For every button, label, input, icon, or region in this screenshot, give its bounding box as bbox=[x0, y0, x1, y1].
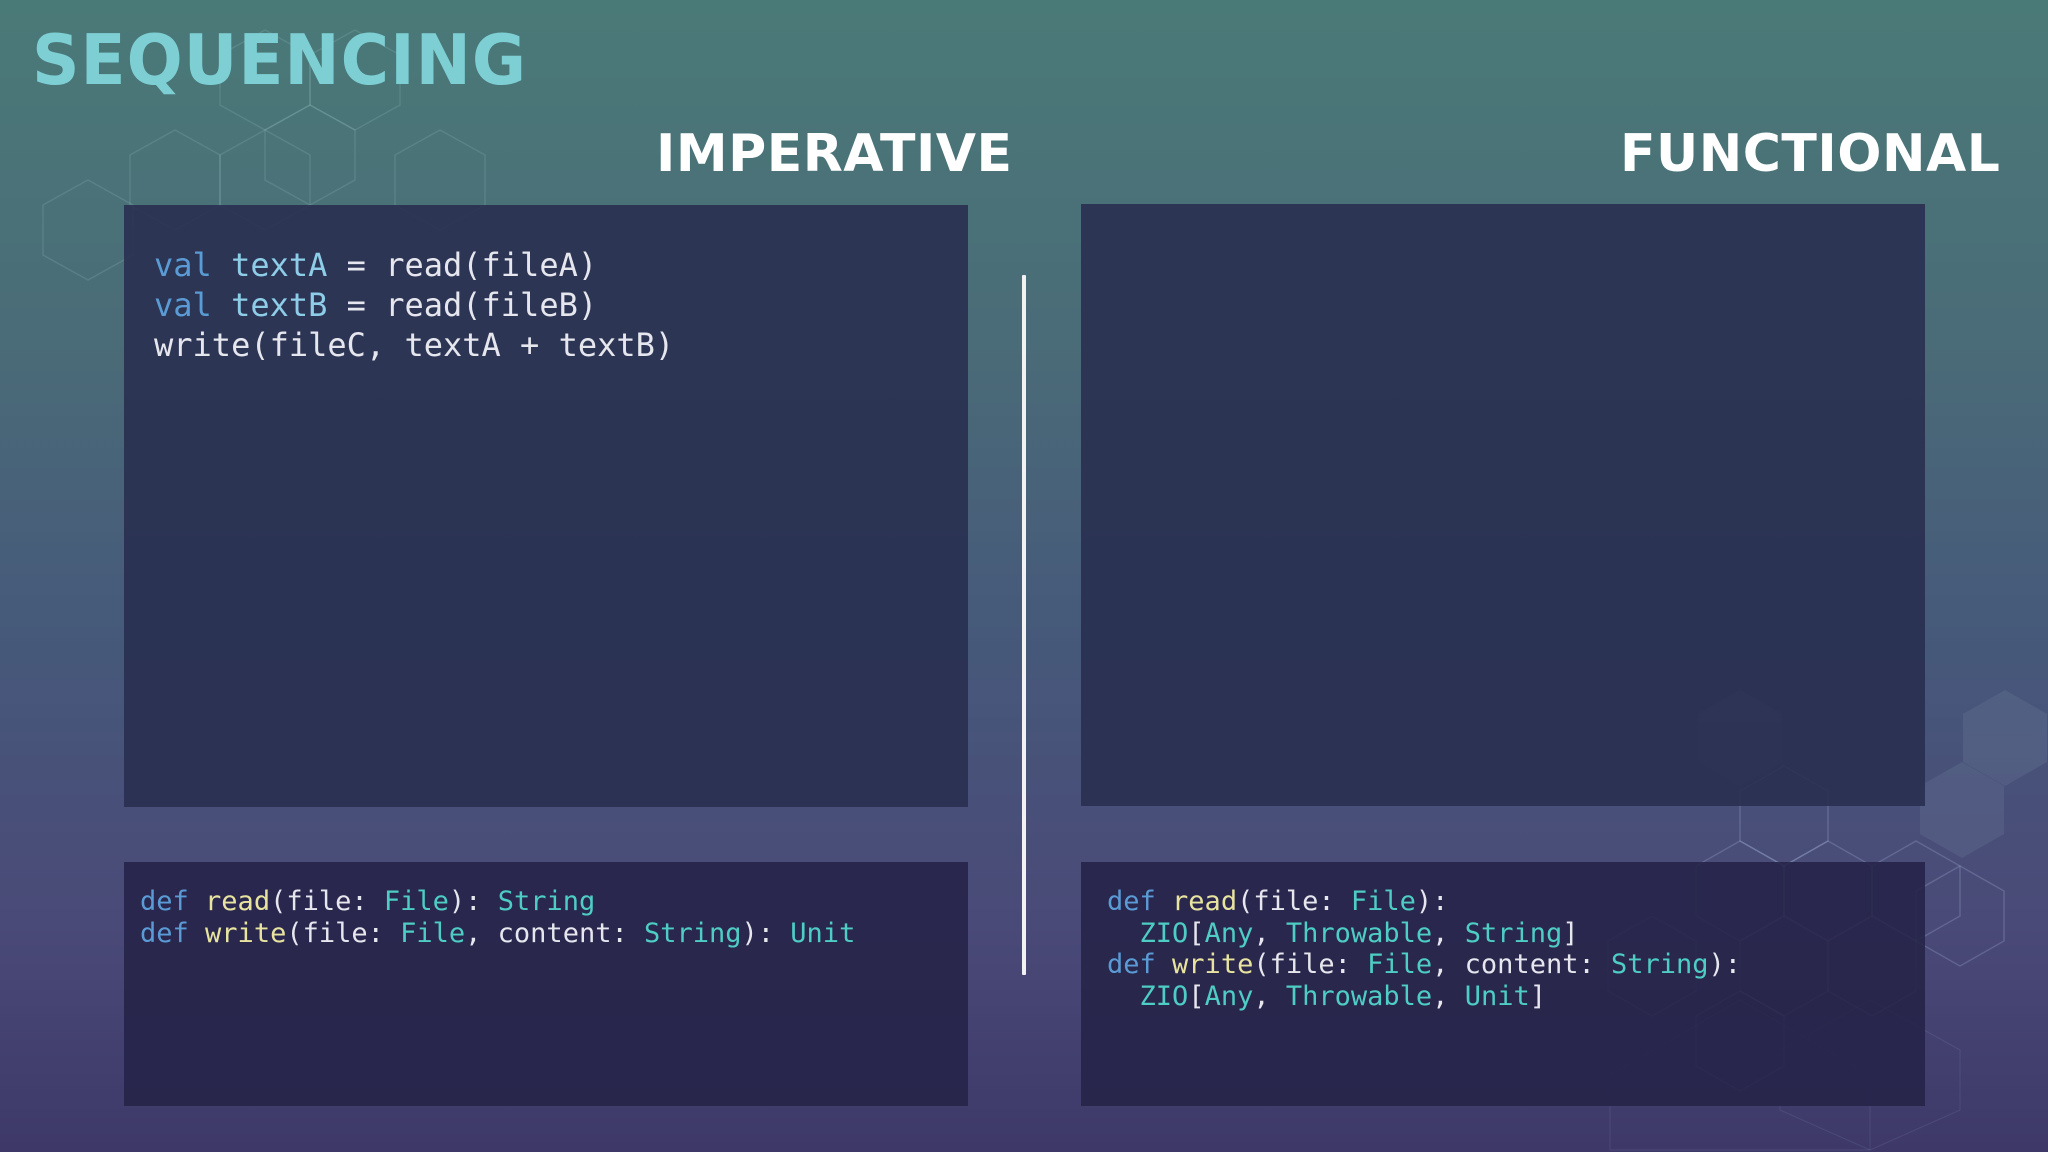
code-text: ): bbox=[741, 917, 791, 949]
code-text: write(fileC, textA + textB) bbox=[154, 326, 675, 364]
code-text: , bbox=[1432, 980, 1465, 1012]
code-type: String bbox=[643, 917, 742, 949]
code-text: ] bbox=[1562, 917, 1579, 949]
code-keyword: def bbox=[140, 886, 189, 917]
code-text: ): bbox=[448, 886, 498, 917]
code-keyword: def bbox=[1107, 886, 1156, 917]
code-line: def read(file: File): String bbox=[140, 886, 855, 918]
code-text: (file: bbox=[1253, 949, 1368, 980]
code-text: (file: bbox=[270, 886, 384, 917]
functional-signatures-panel: def read(file: File): ZIO[Any, Throwable… bbox=[1081, 862, 1925, 1106]
code-type: Any bbox=[1204, 917, 1254, 949]
code-line: ZIO[Any, Throwable, String] bbox=[1107, 918, 1741, 950]
code-function-name: read bbox=[1172, 886, 1238, 917]
code-line: def write(file: File, content: String): … bbox=[140, 918, 855, 950]
code-type: Any bbox=[1204, 980, 1254, 1012]
code-type: Unit bbox=[1464, 980, 1530, 1012]
slide-title: SEQUENCING bbox=[32, 20, 528, 101]
code-type: String bbox=[1610, 949, 1709, 980]
code-line: def write(file: File, content: String): bbox=[1107, 949, 1741, 981]
code-function-name: read bbox=[205, 886, 271, 917]
imperative-heading: IMPERATIVE bbox=[656, 124, 1013, 184]
code-type: File bbox=[1350, 886, 1416, 917]
code-keyword: val bbox=[154, 246, 212, 284]
code-keyword: def bbox=[1107, 949, 1156, 980]
functional-heading: FUNCTIONAL bbox=[1620, 124, 2001, 184]
code-type: File bbox=[400, 917, 466, 949]
code-line: def read(file: File): bbox=[1107, 886, 1741, 918]
code-function-name: write bbox=[205, 917, 287, 949]
code-keyword: def bbox=[140, 917, 189, 949]
code-type: File bbox=[383, 886, 449, 917]
imperative-signatures-panel: def read(file: File): String def write(fi… bbox=[124, 862, 968, 1106]
code-type: ZIO bbox=[1139, 917, 1189, 949]
code-text: , content: bbox=[1432, 949, 1611, 980]
code-type: Unit bbox=[790, 917, 856, 949]
code-text: , bbox=[1253, 980, 1286, 1012]
code-text: ): bbox=[1415, 886, 1449, 917]
code-type: Throwable bbox=[1285, 917, 1433, 949]
code-text: = read(fileB) bbox=[327, 286, 598, 324]
code-text: , bbox=[1253, 917, 1286, 949]
functional-signatures-block: def read(file: File): ZIO[Any, Throwable… bbox=[1107, 886, 1741, 1012]
code-text: [ bbox=[1188, 917, 1205, 949]
code-line: val textA = read(fileA) bbox=[154, 245, 674, 285]
code-text: ] bbox=[1529, 980, 1546, 1012]
code-text: [ bbox=[1188, 980, 1205, 1012]
imperative-signatures-block: def read(file: File): String def write(fi… bbox=[140, 886, 855, 949]
code-type: Throwable bbox=[1285, 980, 1433, 1012]
imperative-code-panel: val textA = read(fileA) val textB = read(… bbox=[124, 205, 968, 807]
code-line: val textB = read(fileB) bbox=[154, 285, 674, 325]
imperative-code-block: val textA = read(fileA) val textB = read(… bbox=[154, 245, 674, 365]
code-line: write(fileC, textA + textB) bbox=[154, 325, 674, 365]
code-type: String bbox=[1464, 917, 1563, 949]
code-text: , content: bbox=[465, 917, 644, 949]
code-type: String bbox=[497, 886, 596, 917]
code-type: ZIO bbox=[1139, 980, 1189, 1012]
code-line: ZIO[Any, Throwable, Unit] bbox=[1107, 981, 1741, 1013]
code-identifier: textB bbox=[231, 286, 328, 324]
code-function-name: write bbox=[1172, 949, 1254, 980]
functional-code-panel bbox=[1081, 204, 1925, 806]
code-text: = read(fileA) bbox=[327, 246, 598, 284]
code-keyword: val bbox=[154, 286, 212, 324]
code-type: File bbox=[1367, 949, 1433, 980]
column-divider bbox=[1022, 275, 1026, 975]
code-text: , bbox=[1432, 917, 1465, 949]
code-text: (file: bbox=[1237, 886, 1351, 917]
code-text: ): bbox=[1708, 949, 1742, 980]
code-identifier: textA bbox=[231, 246, 328, 284]
code-text: (file: bbox=[286, 917, 401, 949]
